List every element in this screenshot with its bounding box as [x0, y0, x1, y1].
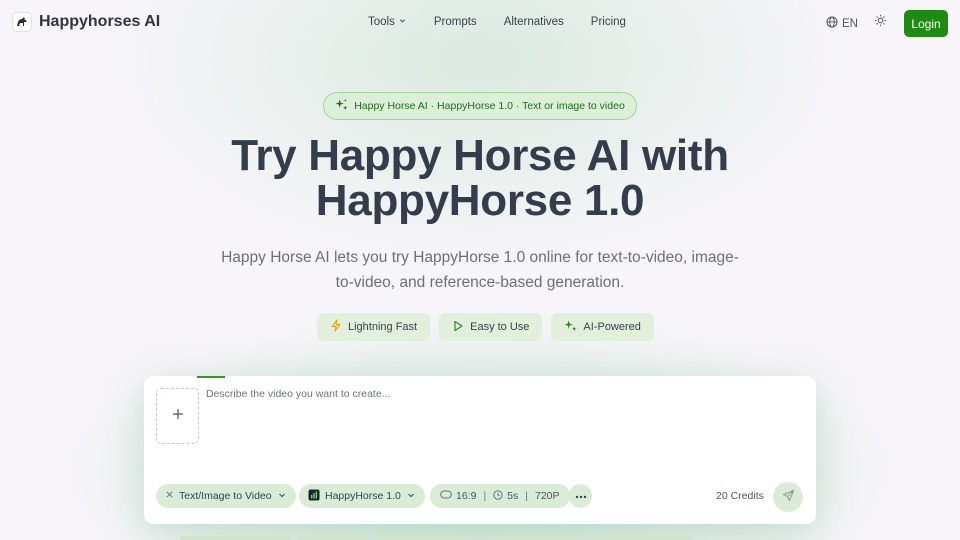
nav-item-alternatives[interactable]: Alternatives: [504, 16, 564, 28]
mode-icon: [165, 490, 174, 502]
example-chip[interactable]: [180, 536, 290, 540]
badge-text: Happy Horse AI · HappyHorse 1.0 · Text o…: [354, 100, 625, 112]
nav-item-label: Alternatives: [503, 16, 564, 28]
aspect-ratio-icon: [440, 490, 452, 502]
mode-selector[interactable]: Text/Image to Video: [156, 484, 296, 508]
sparkles-icon: [564, 319, 577, 335]
feature-ai-powered: AI-Powered: [551, 313, 654, 341]
composer-accent-bar: [197, 376, 225, 378]
theme-toggle[interactable]: [873, 14, 887, 32]
main-nav: Tools Prompts Alternatives Pricing: [368, 16, 626, 28]
brand[interactable]: Happyhorses AI: [12, 12, 160, 32]
feature-pills: Lightning Fast Easy to Use AI-Powered: [317, 313, 654, 341]
feature-easy-to-use: Easy to Use: [439, 313, 543, 341]
example-chip[interactable]: [592, 536, 692, 540]
globe-icon: [826, 16, 838, 31]
announcement-badge[interactable]: Happy Horse AI · HappyHorse 1.0 · Text o…: [323, 92, 637, 120]
nav-item-label: Pricing: [590, 16, 626, 28]
nav-item-prompts[interactable]: Prompts: [434, 16, 477, 28]
feature-label: Easy to Use: [470, 321, 530, 333]
language-label: EN: [842, 17, 858, 30]
nav-item-pricing[interactable]: Pricing: [591, 16, 626, 28]
chevron-down-icon: [406, 490, 416, 503]
model-selector[interactable]: HappyHorse 1.0: [299, 484, 425, 508]
clock-icon: [493, 489, 503, 503]
example-chips-row: [180, 536, 710, 540]
play-icon: [452, 320, 464, 335]
example-chip[interactable]: [376, 536, 476, 540]
feature-lightning-fast: Lightning Fast: [317, 313, 431, 341]
prompt-input[interactable]: [206, 388, 796, 468]
title-line-1: Try Happy Horse AI with: [231, 131, 729, 180]
example-chip[interactable]: [484, 536, 584, 540]
feature-label: Lightning Fast: [348, 321, 418, 333]
top-navbar: Happyhorses AI Tools Prompts Alternative…: [0, 0, 960, 46]
more-options-button[interactable]: [569, 484, 592, 508]
login-button[interactable]: Login: [904, 10, 948, 37]
aspect-ratio-value: 16:9: [456, 490, 477, 502]
lightning-icon: [330, 319, 342, 335]
chevron-down-icon: [277, 490, 287, 503]
send-button[interactable]: [773, 482, 803, 512]
model-logo-icon: [308, 489, 320, 504]
video-composer: Text/Image to Video HappyHorse 1.0 16:9 …: [144, 376, 816, 524]
sun-icon: [874, 14, 887, 32]
divider: |: [483, 490, 487, 502]
language-switcher[interactable]: EN: [826, 16, 858, 31]
feature-label: AI-Powered: [583, 321, 641, 333]
nav-item-label: Tools: [368, 16, 395, 28]
nav-item-tools[interactable]: Tools: [368, 16, 407, 28]
plus-icon: [172, 407, 184, 425]
hero-subtitle: Happy Horse AI lets you try HappyHorse 1…: [221, 249, 739, 291]
upload-image-button[interactable]: [156, 388, 199, 444]
model-label: HappyHorse 1.0: [325, 490, 401, 502]
generation-settings[interactable]: 16:9 | 5s | 720P: [430, 484, 570, 508]
divider: |: [525, 490, 528, 502]
page-title: Try Happy Horse AI with HappyHorse 1.0: [0, 133, 960, 223]
brand-name: Happyhorses AI: [39, 13, 161, 30]
example-chip[interactable]: [298, 536, 368, 540]
nav-item-label: Prompts: [433, 16, 477, 28]
mode-label: Text/Image to Video: [179, 490, 272, 502]
resolution-value: 720P: [535, 490, 560, 502]
ellipsis-icon: [575, 490, 587, 502]
chevron-down-icon: [398, 16, 407, 28]
horse-logo-icon: [12, 12, 32, 32]
sparkles-icon: [335, 98, 348, 114]
duration-value: 5s: [507, 490, 519, 502]
send-icon: [782, 489, 795, 505]
credits-count: 20 Credits: [716, 490, 764, 502]
title-line-2: HappyHorse 1.0: [315, 176, 645, 225]
